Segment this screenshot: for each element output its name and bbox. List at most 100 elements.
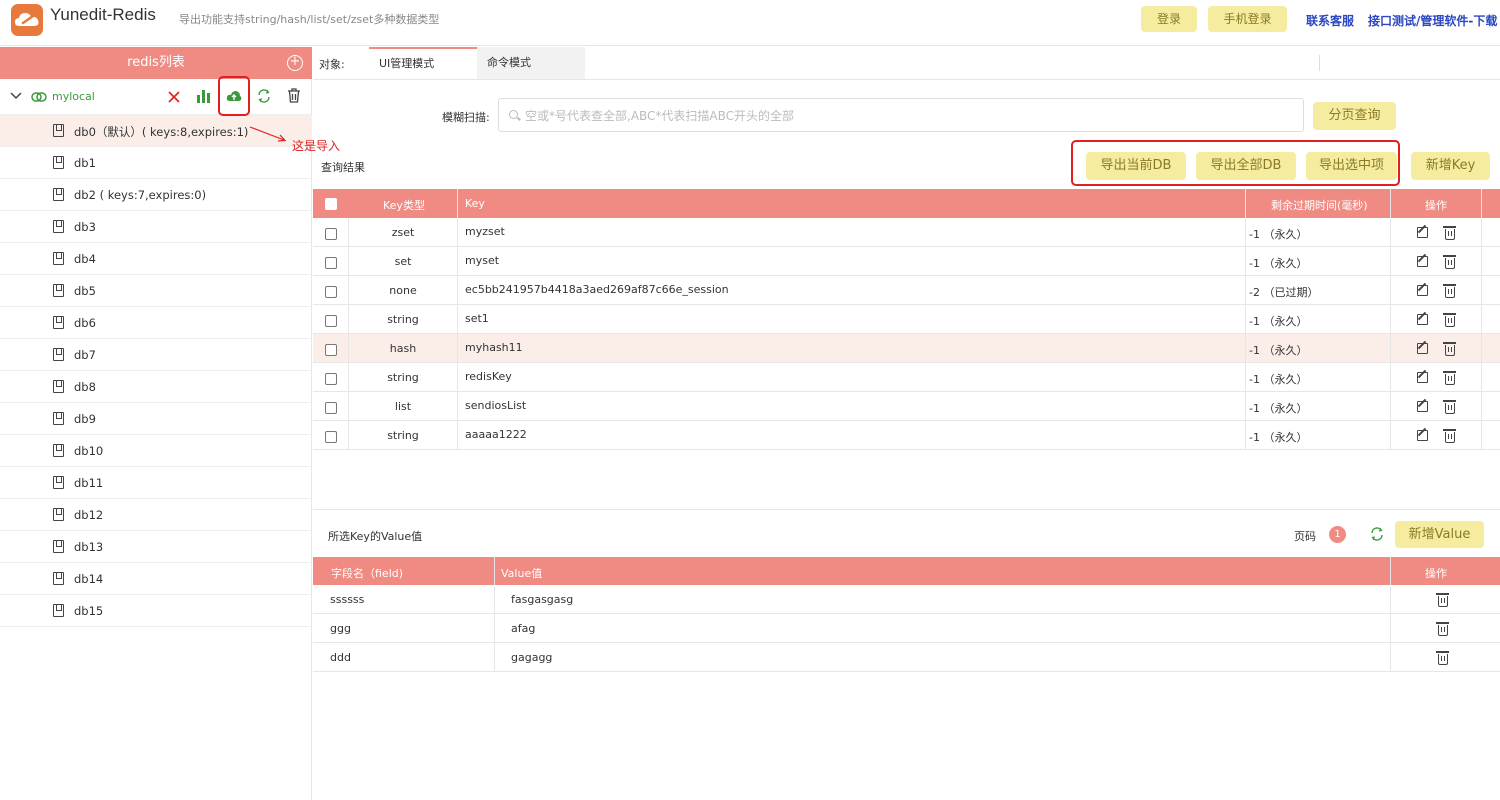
export-all-db-button[interactable]: 导出全部DB (1196, 152, 1296, 180)
edit-icon[interactable] (1417, 227, 1428, 238)
row-checkbox[interactable] (325, 286, 337, 298)
connection-name: mylocal (52, 90, 95, 103)
table-row[interactable]: ddd gagagg (313, 643, 1500, 672)
ttl-cell: -1 （永久） (1249, 431, 1308, 444)
edit-icon[interactable] (1417, 343, 1428, 354)
sidebar-item-db14[interactable]: db14 (0, 563, 312, 595)
sidebar-item-db15[interactable]: db15 (0, 595, 312, 627)
table-row[interactable]: string set1 -1 （永久） (313, 305, 1500, 334)
table-row[interactable]: ssssss fasgasgasg (313, 585, 1500, 614)
edit-icon[interactable] (1417, 314, 1428, 325)
sidebar-item-db5[interactable]: db5 (0, 275, 312, 307)
add-value-button[interactable]: 新增Value (1395, 521, 1484, 548)
database-icon (53, 508, 64, 521)
edit-icon[interactable] (1417, 401, 1428, 412)
export-selected-button[interactable]: 导出选中项 (1306, 152, 1397, 180)
table-row[interactable]: set myset -1 （永久） (313, 247, 1500, 276)
table-row[interactable]: none ec5bb241957b4418a3aed269af87c66e_ses… (313, 276, 1500, 305)
close-icon[interactable] (168, 91, 180, 103)
login-button[interactable]: 登录 (1141, 6, 1197, 32)
field-cell: ggg (330, 622, 351, 635)
table-row[interactable]: zset myzset -1 （永久） (313, 218, 1500, 247)
chevron-down-icon[interactable] (10, 91, 22, 101)
page-number-badge[interactable]: 1 (1329, 526, 1346, 543)
sidebar-item-db9[interactable]: db9 (0, 403, 312, 435)
link-icon (31, 92, 47, 102)
row-checkbox[interactable] (325, 228, 337, 240)
trash-icon[interactable] (1436, 651, 1449, 665)
scan-label: 模糊扫描: (442, 111, 490, 124)
paged-query-button[interactable]: 分页查询 (1313, 102, 1396, 130)
sidebar-item-db11[interactable]: db11 (0, 467, 312, 499)
trash-icon[interactable] (1443, 429, 1456, 443)
page-label: 页码 (1294, 530, 1316, 543)
edit-icon[interactable] (1417, 430, 1428, 441)
download-link[interactable]: 接口测试/管理软件-下载 (1368, 12, 1497, 29)
ttl-cell: -1 （永久） (1249, 315, 1308, 328)
table-row[interactable]: hash myhash11 -1 （永久） (313, 334, 1500, 363)
phone-login-button[interactable]: 手机登录 (1208, 6, 1287, 32)
row-checkbox[interactable] (325, 431, 337, 443)
sidebar-item-db3[interactable]: db3 (0, 211, 312, 243)
sidebar-item-db6[interactable]: db6 (0, 307, 312, 339)
bar-chart-icon[interactable] (196, 89, 211, 103)
value-table-header: 字段名（field) Value值 操作 (313, 557, 1500, 585)
key-type-cell: list (394, 400, 412, 413)
sidebar-item-db12[interactable]: db12 (0, 499, 312, 531)
table-row[interactable]: string redisKey -1 （永久） (313, 363, 1500, 392)
key-type-cell: hash (389, 342, 417, 355)
sidebar-item-db10[interactable]: db10 (0, 435, 312, 467)
export-current-db-button[interactable]: 导出当前DB (1086, 152, 1186, 180)
tab-ui-mode[interactable]: UI管理模式 (369, 47, 477, 79)
trash-icon[interactable] (1443, 342, 1456, 356)
header-operations: 操作 (1425, 567, 1447, 580)
trash-icon[interactable] (1443, 400, 1456, 414)
edit-icon[interactable] (1417, 372, 1428, 383)
trash-icon[interactable] (1443, 255, 1456, 269)
tab-command-mode[interactable]: 命令模式 (477, 47, 585, 79)
support-link[interactable]: 联系客服 (1306, 12, 1354, 29)
trash-icon[interactable] (1443, 371, 1456, 385)
table-row[interactable]: list sendiosList -1 （永久） (313, 392, 1500, 421)
scan-input[interactable] (525, 106, 1285, 126)
key-cell: myhash11 (465, 341, 523, 354)
row-checkbox[interactable] (325, 315, 337, 327)
sidebar-item-db8[interactable]: db8 (0, 371, 312, 403)
refresh-icon[interactable] (257, 89, 271, 103)
database-icon (53, 188, 64, 201)
row-checkbox[interactable] (325, 344, 337, 356)
value-section-title: 所选Key的Value值 (328, 530, 423, 543)
add-key-button[interactable]: 新增Key (1411, 152, 1490, 180)
sidebar-item-label: db8 (74, 380, 96, 394)
sidebar-item-db7[interactable]: db7 (0, 339, 312, 371)
trash-icon[interactable] (1436, 622, 1449, 636)
sidebar-item-db1[interactable]: db1 (0, 147, 312, 179)
add-connection-icon[interactable]: + (287, 55, 303, 71)
row-checkbox[interactable] (325, 402, 337, 414)
col-divider (348, 218, 349, 450)
sidebar-item-label: db13 (74, 540, 104, 554)
cloud-logo-icon (15, 13, 39, 26)
key-type-cell: none (389, 284, 417, 297)
edit-icon[interactable] (1417, 285, 1428, 296)
database-icon (53, 444, 64, 457)
sidebar-item-db2[interactable]: db2 ( keys:7,expires:0) (0, 179, 312, 211)
sidebar-item-db13[interactable]: db13 (0, 531, 312, 563)
scan-field[interactable] (498, 98, 1304, 132)
sidebar-item-db4[interactable]: db4 (0, 243, 312, 275)
database-icon (53, 572, 64, 585)
refresh-icon[interactable] (1370, 527, 1384, 541)
connection-row[interactable]: mylocal (0, 79, 312, 115)
trash-icon[interactable] (1443, 226, 1456, 240)
table-row[interactable]: ggg afag (313, 614, 1500, 643)
database-icon (53, 252, 64, 265)
trash-icon[interactable] (1436, 593, 1449, 607)
row-checkbox[interactable] (325, 257, 337, 269)
trash-icon[interactable] (287, 88, 301, 103)
select-all-checkbox[interactable] (325, 198, 337, 210)
row-checkbox[interactable] (325, 373, 337, 385)
trash-icon[interactable] (1443, 313, 1456, 327)
edit-icon[interactable] (1417, 256, 1428, 267)
table-row[interactable]: string aaaaa1222 -1 （永久） (313, 421, 1500, 450)
trash-icon[interactable] (1443, 284, 1456, 298)
